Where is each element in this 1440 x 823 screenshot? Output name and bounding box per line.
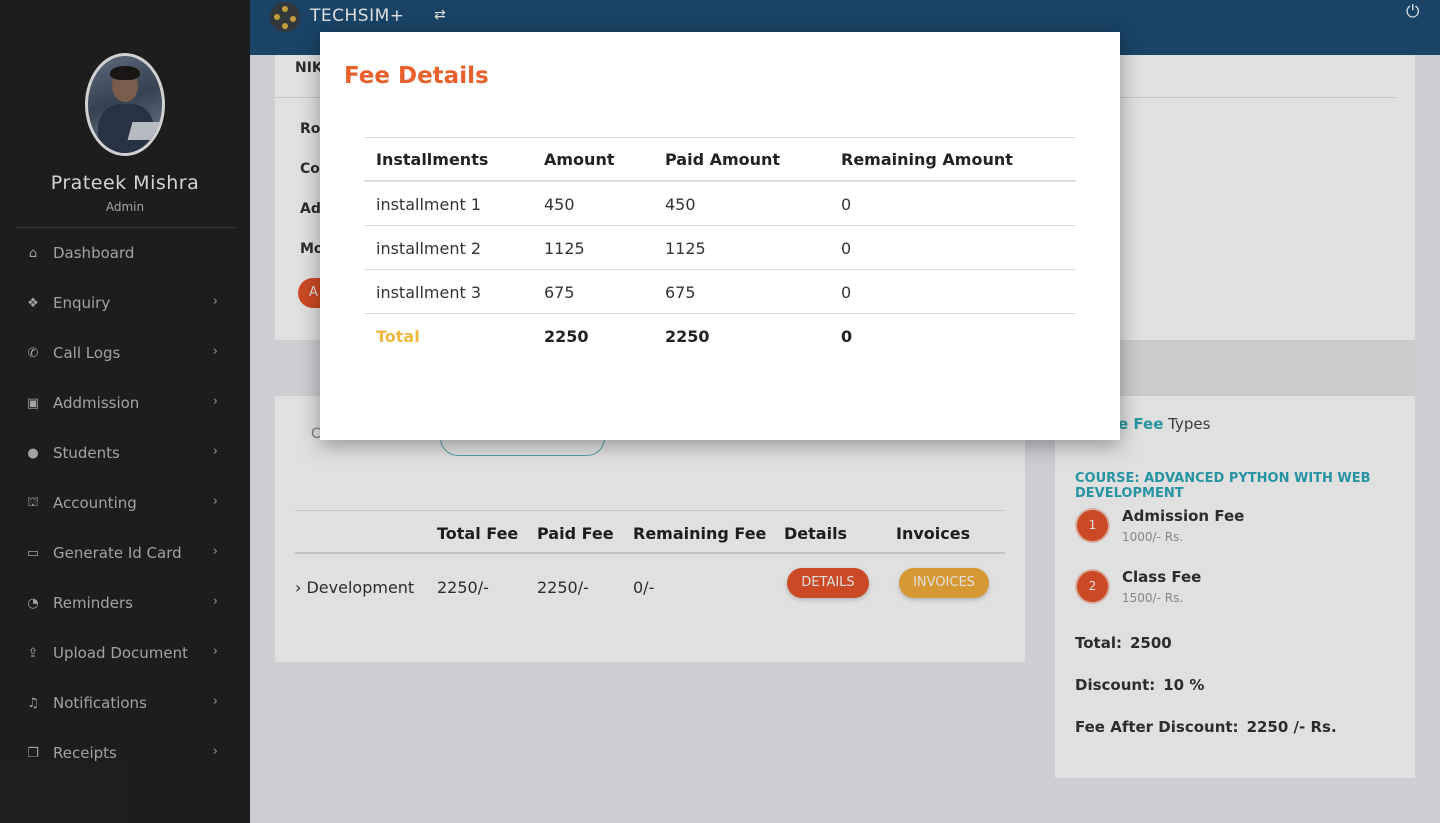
fee-details-modal: Fee Details Installments Amount Paid Amo… bbox=[320, 32, 1120, 440]
installment-cell: installment 2 bbox=[376, 239, 481, 258]
table-row: installment 3 675 675 0 bbox=[364, 270, 1076, 314]
column-header: Amount bbox=[544, 150, 615, 169]
amount-cell: 450 bbox=[544, 195, 575, 214]
table-row: installment 1 450 450 0 bbox=[364, 182, 1076, 226]
modal-title: Fee Details bbox=[344, 63, 489, 89]
remaining-amount-cell: 0 bbox=[841, 239, 852, 258]
paid-amount-cell: 450 bbox=[665, 195, 696, 214]
total-amount: 2250 bbox=[544, 327, 589, 346]
column-header: Remaining Amount bbox=[841, 150, 1013, 169]
installments-table: Installments Amount Paid Amount Remainin… bbox=[364, 137, 1076, 358]
total-paid-amount: 2250 bbox=[665, 327, 710, 346]
table-total-row: Total 2250 2250 0 bbox=[364, 314, 1076, 358]
remaining-amount-cell: 0 bbox=[841, 195, 852, 214]
column-header: Installments bbox=[376, 150, 489, 169]
amount-cell: 1125 bbox=[544, 239, 585, 258]
table-row: installment 2 1125 1125 0 bbox=[364, 226, 1076, 270]
column-header: Paid Amount bbox=[665, 150, 781, 169]
amount-cell: 675 bbox=[544, 283, 575, 302]
total-remaining-amount: 0 bbox=[841, 327, 853, 346]
paid-amount-cell: 675 bbox=[665, 283, 696, 302]
total-label: Total bbox=[376, 327, 420, 346]
remaining-amount-cell: 0 bbox=[841, 283, 852, 302]
table-header: Installments Amount Paid Amount Remainin… bbox=[364, 137, 1076, 182]
paid-amount-cell: 1125 bbox=[665, 239, 706, 258]
installment-cell: installment 3 bbox=[376, 283, 481, 302]
installment-cell: installment 1 bbox=[376, 195, 481, 214]
